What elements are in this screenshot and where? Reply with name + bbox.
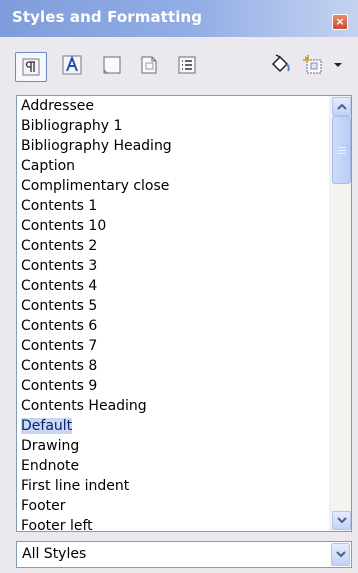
style-list-item-label: Default bbox=[21, 418, 73, 434]
style-list-item-label: Footer left bbox=[21, 518, 93, 532]
style-list-item[interactable]: Contents 8 bbox=[17, 356, 325, 376]
style-list-item-label: Contents 3 bbox=[21, 258, 98, 274]
style-list-item[interactable]: Contents 5 bbox=[17, 296, 325, 316]
style-list-item-label: Addressee bbox=[21, 98, 94, 114]
style-filter-select[interactable]: All Styles bbox=[16, 541, 352, 568]
close-button[interactable]: × bbox=[332, 14, 348, 30]
style-list-item-label: Contents 5 bbox=[21, 298, 98, 314]
style-list-item[interactable]: Endnote bbox=[17, 456, 325, 476]
style-list-item[interactable]: Contents Heading bbox=[17, 396, 325, 416]
style-list-item[interactable]: Default bbox=[17, 416, 325, 436]
style-list-item-label: Drawing bbox=[21, 438, 80, 454]
fill-format-mode-button[interactable] bbox=[268, 53, 292, 77]
style-list-item-label: First line indent bbox=[21, 478, 130, 494]
list-styles-icon bbox=[176, 54, 198, 76]
style-list-item[interactable]: Complimentary close bbox=[17, 176, 325, 196]
list-styles-button[interactable] bbox=[175, 53, 199, 77]
page-styles-icon bbox=[138, 54, 160, 76]
style-list-items: Addressee Bibliography 1 Bibliography Head… bbox=[17, 96, 325, 532]
frame-styles-icon bbox=[101, 54, 123, 76]
style-list-item[interactable]: Contents 2 bbox=[17, 236, 325, 256]
style-list-item[interactable]: Contents 1 bbox=[17, 196, 325, 216]
style-list-item[interactable]: First line indent bbox=[17, 476, 325, 496]
style-list-item-label: Footer bbox=[21, 498, 66, 514]
new-style-from-selection-icon bbox=[302, 54, 326, 76]
paragraph-styles-icon bbox=[21, 57, 41, 77]
vertical-scrollbar[interactable] bbox=[329, 96, 351, 531]
style-list-item[interactable]: Contents 10 bbox=[17, 216, 325, 236]
style-list-item[interactable]: Caption bbox=[17, 156, 325, 176]
fill-format-mode-icon bbox=[268, 54, 292, 76]
style-list-item-label: Contents 7 bbox=[21, 338, 98, 354]
style-list-item-label: Contents 6 bbox=[21, 318, 98, 334]
style-list-item[interactable]: Contents 7 bbox=[17, 336, 325, 356]
style-filter-value: All Styles bbox=[22, 546, 87, 562]
close-icon: × bbox=[335, 15, 345, 28]
style-list-item[interactable]: Contents 3 bbox=[17, 256, 325, 276]
style-list-item[interactable]: Contents 4 bbox=[17, 276, 325, 296]
new-style-from-selection-button[interactable] bbox=[302, 53, 326, 77]
style-list-item-label: Bibliography 1 bbox=[21, 118, 123, 134]
style-list[interactable]: Addressee Bibliography 1 Bibliography Head… bbox=[16, 95, 352, 532]
style-list-item-label: Contents Heading bbox=[21, 398, 147, 414]
title-bar: Styles and Formatting × bbox=[0, 0, 358, 37]
style-list-item-label: Bibliography Heading bbox=[21, 138, 172, 154]
style-list-item-label: Contents 8 bbox=[21, 358, 98, 374]
character-styles-button[interactable] bbox=[60, 53, 84, 77]
style-list-item-label: Complimentary close bbox=[21, 178, 170, 194]
window-title: Styles and Formatting bbox=[12, 8, 203, 26]
style-list-item-label: Caption bbox=[21, 158, 76, 174]
style-list-item[interactable]: Drawing bbox=[17, 436, 325, 456]
style-list-item[interactable]: Bibliography Heading bbox=[17, 136, 325, 156]
style-list-item-label: Contents 10 bbox=[21, 218, 107, 234]
scrollbar-thumb[interactable] bbox=[332, 116, 351, 184]
styles-and-formatting-panel: Styles and Formatting × Addressee Biblio… bbox=[0, 0, 358, 573]
new-style-menu-button[interactable] bbox=[331, 53, 345, 77]
style-list-item[interactable]: Contents 6 bbox=[17, 316, 325, 336]
style-list-item-label: Contents 9 bbox=[21, 378, 98, 394]
paragraph-styles-button[interactable] bbox=[15, 52, 47, 82]
scroll-up-button[interactable] bbox=[332, 97, 351, 116]
style-family-toolbar bbox=[0, 37, 358, 91]
style-list-item-label: Contents 1 bbox=[21, 198, 98, 214]
style-list-item[interactable]: Footer bbox=[17, 496, 325, 516]
dropdown-arrow-icon bbox=[334, 62, 342, 68]
style-list-item-label: Contents 4 bbox=[21, 278, 98, 294]
frame-styles-button[interactable] bbox=[100, 53, 124, 77]
style-list-item[interactable]: Addressee bbox=[17, 96, 325, 116]
character-styles-icon bbox=[61, 54, 83, 76]
style-list-item-label: Endnote bbox=[21, 458, 80, 474]
filter-dropdown-button[interactable] bbox=[331, 543, 350, 566]
scroll-down-button[interactable] bbox=[332, 511, 351, 530]
style-list-item[interactable]: Bibliography 1 bbox=[17, 116, 325, 136]
style-list-item[interactable]: Contents 9 bbox=[17, 376, 325, 396]
page-styles-button[interactable] bbox=[137, 53, 161, 77]
style-list-item[interactable]: Footer left bbox=[17, 516, 325, 532]
style-list-item-label: Contents 2 bbox=[21, 238, 98, 254]
